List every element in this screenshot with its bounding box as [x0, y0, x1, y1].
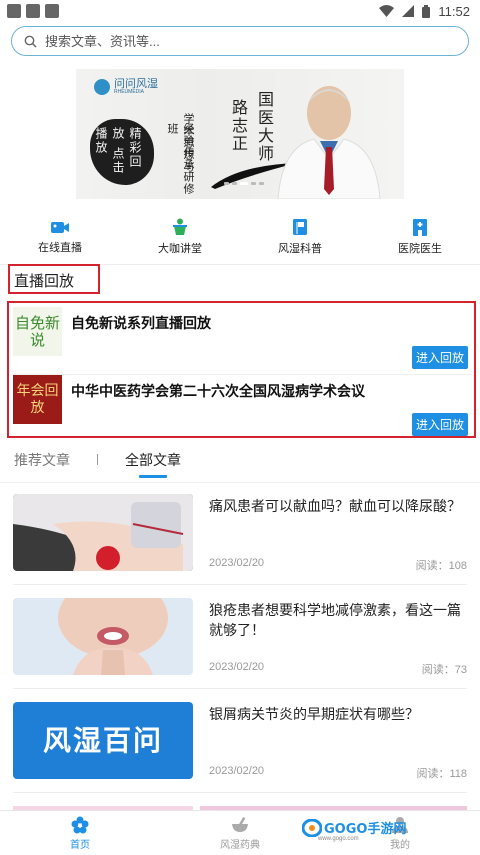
- bottom-tab-pharmacopoeia[interactable]: 风湿药典: [160, 811, 320, 855]
- hospital-building-icon: [413, 218, 427, 236]
- live-replay-card[interactable]: 自免新说 自免新说系列直播回放 进入回放: [13, 307, 472, 369]
- live-replay-title: 直播回放: [14, 273, 75, 290]
- banner-text-col2: 经验传承研修班: [166, 123, 195, 195]
- clock: 11:52: [438, 3, 470, 19]
- carousel-dot-active[interactable]: [240, 182, 248, 185]
- nav-rheum-science[interactable]: 风湿科普: [240, 209, 360, 264]
- divider: [13, 688, 467, 689]
- nav-hospital-doctor[interactable]: 医院医生: [360, 209, 480, 264]
- next-article-peek: [0, 800, 480, 810]
- divider: [13, 584, 467, 585]
- live-replay-card[interactable]: 年会回放 中华中医药学会第二十六次全国风湿病学术会议 进入回放: [13, 374, 472, 436]
- article-reads: 阅读：118: [416, 768, 467, 780]
- wifi-icon: [379, 5, 395, 17]
- enter-replay-button[interactable]: 进入回放: [412, 413, 468, 436]
- watermark-subtext: www.gogo.com: [318, 836, 359, 842]
- carousel-dot[interactable]: [232, 182, 237, 185]
- ink-replay-badge: 精彩回放 点击播放: [90, 119, 154, 185]
- nav-live-stream[interactable]: 在线直播: [0, 209, 120, 264]
- notification-icons: [7, 4, 59, 18]
- notification-icon: [26, 4, 40, 18]
- gogo-logo-icon: [302, 818, 322, 837]
- quick-nav: 在线直播 大咖讲堂 风湿科普 医院医生: [0, 209, 480, 265]
- search-icon: [24, 35, 37, 48]
- notification-icon: [7, 4, 21, 18]
- article-date: 2023/02/20: [209, 765, 265, 777]
- article-image-pill: [13, 598, 193, 675]
- system-icons: 11:52: [379, 4, 470, 19]
- article-title: 狼疮患者想要科学地减停激素，看这一篇就够了！: [209, 602, 461, 638]
- banner-carousel: 问问风湿 RHEUMEDIA 精彩回放 点击播放 学术思想与 经验传承研修班 路…: [0, 63, 480, 209]
- lecture-podium-icon: [173, 218, 187, 235]
- nav-label: 大咖讲堂: [158, 242, 202, 255]
- carousel-indicator: [224, 182, 264, 185]
- logo-text: 问问风湿: [114, 78, 158, 90]
- notification-icon: [45, 4, 59, 18]
- tab-all-articles[interactable]: 全部文章: [125, 450, 181, 478]
- enter-replay-button[interactable]: 进入回放: [412, 346, 468, 369]
- live-replay-list: 自免新说 自免新说系列直播回放 进入回放 年会回放 中华中医药学会第二十六次全国…: [7, 301, 476, 438]
- live-replay-card-title: 中华中医药学会第二十六次全国风湿病学术会议: [71, 383, 365, 399]
- divider: [13, 792, 467, 793]
- bottom-nav: 首页 风湿药典 我的: [0, 810, 480, 855]
- article-image-text: 风湿百问: [42, 724, 163, 757]
- battery-icon: [422, 4, 431, 18]
- article-title: 痛风患者可以献血吗？献血可以降尿酸？: [209, 498, 461, 514]
- doctor-portrait: [277, 86, 381, 199]
- article-title: 银屑病关节炎的早期症状有哪些？: [209, 706, 419, 722]
- nav-label: 风湿科普: [278, 242, 322, 255]
- nav-expert-lecture[interactable]: 大咖讲堂: [120, 209, 240, 264]
- bottom-tab-label: 首页: [70, 839, 90, 851]
- book-icon: [293, 218, 307, 235]
- banner-text-col4: 国医大师: [255, 91, 274, 163]
- home-flower-icon: [71, 816, 89, 833]
- bottom-tab-home[interactable]: 首页: [0, 811, 160, 855]
- logo-icon: [94, 79, 110, 95]
- banner-logo: 问问风湿 RHEUMEDIA: [94, 79, 158, 95]
- live-thumb-zimian: 自免新说: [13, 307, 62, 356]
- tab-recommended-articles[interactable]: 推荐文章: [14, 450, 70, 474]
- tab-separator: [97, 454, 98, 465]
- search-input[interactable]: [45, 33, 456, 49]
- search-bar: [0, 22, 480, 56]
- live-thumb-annual: 年会回放: [13, 375, 62, 424]
- carousel-dot[interactable]: [224, 182, 229, 185]
- article-date: 2023/02/20: [209, 661, 265, 673]
- bottom-tab-label: 我的: [390, 839, 410, 851]
- article-tabs: 推荐文章 全部文章: [0, 446, 480, 482]
- article-date: 2023/02/20: [209, 557, 265, 569]
- signal-icon: [402, 5, 415, 17]
- article-image-blood-donation: [13, 494, 193, 571]
- banner-slide[interactable]: 问问风湿 RHEUMEDIA 精彩回放 点击播放 学术思想与 经验传承研修班 路…: [76, 69, 404, 199]
- nav-label: 医院医生: [398, 242, 442, 255]
- divider: [0, 482, 480, 483]
- carousel-dot[interactable]: [259, 182, 264, 185]
- article-reads: 阅读：73: [421, 664, 467, 676]
- status-bar: 11:52: [0, 0, 480, 22]
- live-replay-card-title: 自免新说系列直播回放: [71, 315, 211, 331]
- bottom-tab-label: 风湿药典: [220, 839, 260, 851]
- video-camera-icon: [51, 221, 69, 233]
- watermark-text: GOGO手游网: [324, 822, 407, 837]
- mortar-icon: [232, 816, 248, 832]
- carousel-dot[interactable]: [251, 182, 256, 185]
- banner-text-col3: 路志正: [229, 99, 248, 153]
- search-box[interactable]: [11, 26, 469, 56]
- gogo-watermark: GOGO手游网: [302, 818, 406, 837]
- nav-label: 在线直播: [38, 241, 82, 254]
- article-image-banner: 风湿百问: [13, 702, 193, 779]
- article-reads: 阅读：108: [415, 560, 467, 572]
